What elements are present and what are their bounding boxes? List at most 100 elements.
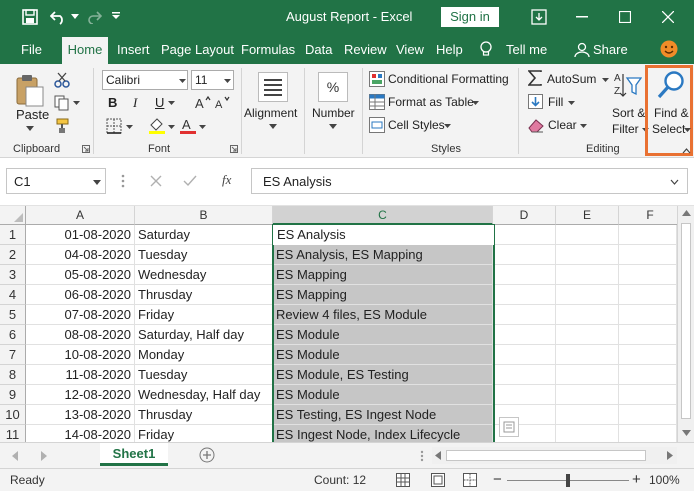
find-select-dropdown-icon[interactable] bbox=[684, 128, 691, 132]
insert-function-icon[interactable]: fx bbox=[222, 172, 231, 188]
zoom-level[interactable]: 100% bbox=[649, 473, 680, 487]
tab-view[interactable]: View bbox=[396, 42, 424, 57]
cell-e[interactable] bbox=[556, 245, 619, 265]
sort-filter-icon[interactable]: AZ bbox=[614, 70, 642, 100]
cell-b[interactable]: Wednesday, Half day bbox=[135, 385, 273, 405]
previous-sheet-icon[interactable] bbox=[12, 451, 19, 461]
font-size-dropdown[interactable]: 11 bbox=[191, 70, 234, 90]
format-as-table-icon[interactable] bbox=[369, 94, 385, 110]
cell-e[interactable] bbox=[556, 345, 619, 365]
row-header[interactable]: 7 bbox=[0, 345, 26, 365]
sign-in-button[interactable]: Sign in bbox=[441, 7, 499, 27]
cell-e[interactable] bbox=[556, 285, 619, 305]
scroll-down-icon[interactable] bbox=[682, 430, 691, 436]
cell-d[interactable] bbox=[493, 345, 556, 365]
format-painter-icon[interactable] bbox=[54, 118, 70, 134]
cell-f[interactable] bbox=[619, 285, 677, 305]
undo-dropdown-icon[interactable] bbox=[71, 14, 79, 20]
collapse-ribbon-icon[interactable] bbox=[682, 148, 691, 154]
scroll-right-icon[interactable] bbox=[667, 451, 673, 460]
ribbon-display-options-icon[interactable] bbox=[531, 9, 547, 25]
eraser-icon[interactable] bbox=[528, 118, 544, 133]
conditional-formatting-button[interactable]: Conditional Formatting bbox=[388, 72, 509, 86]
worksheet-grid[interactable]: A B C D E F 1 01-08-2020 Saturday 2 04-08-20… bbox=[0, 206, 694, 442]
number-format-icon[interactable]: % bbox=[318, 72, 348, 102]
cell-a[interactable]: 08-08-2020 bbox=[26, 325, 135, 345]
share-button[interactable]: Share bbox=[593, 42, 628, 57]
row-header[interactable]: 4 bbox=[0, 285, 26, 305]
cell-a[interactable]: 10-08-2020 bbox=[26, 345, 135, 365]
magnifier-icon[interactable] bbox=[656, 70, 686, 100]
clear-dropdown-icon[interactable] bbox=[580, 124, 587, 128]
tab-file[interactable]: File bbox=[21, 42, 42, 57]
cell-f[interactable] bbox=[619, 245, 677, 265]
row-header[interactable]: 1 bbox=[0, 225, 26, 245]
cell-a[interactable]: 11-08-2020 bbox=[26, 365, 135, 385]
paste-icon[interactable] bbox=[15, 74, 45, 108]
borders-icon[interactable] bbox=[106, 118, 122, 134]
cell-b[interactable]: Tuesday bbox=[135, 365, 273, 385]
fill-color-dropdown-icon[interactable] bbox=[168, 125, 175, 129]
name-box[interactable]: C1 bbox=[6, 168, 106, 194]
cell-b[interactable]: Thrusday bbox=[135, 405, 273, 425]
cut-icon[interactable] bbox=[54, 72, 70, 88]
cell-a[interactable]: 06-08-2020 bbox=[26, 285, 135, 305]
cell-f[interactable] bbox=[619, 305, 677, 325]
zoom-in-button[interactable]: + bbox=[632, 471, 641, 488]
autosum-dropdown-icon[interactable] bbox=[602, 78, 609, 82]
cancel-entry-icon[interactable] bbox=[150, 175, 162, 187]
format-as-table-button[interactable]: Format as Table bbox=[388, 95, 474, 109]
page-break-preview-icon[interactable] bbox=[463, 473, 477, 487]
fill-down-icon[interactable] bbox=[528, 94, 543, 109]
zoom-slider-thumb[interactable] bbox=[566, 474, 570, 487]
undo-icon[interactable] bbox=[50, 9, 68, 25]
tell-me-search[interactable]: Tell me bbox=[506, 42, 547, 57]
select-all-corner[interactable] bbox=[0, 206, 26, 225]
chevron-down-icon[interactable] bbox=[93, 180, 101, 185]
quick-analysis-icon[interactable] bbox=[499, 417, 519, 437]
cell-styles-icon[interactable] bbox=[369, 117, 385, 133]
sheet-tab-sheet1[interactable]: Sheet1 bbox=[100, 443, 168, 466]
tab-home[interactable]: Home bbox=[62, 37, 108, 64]
row-header[interactable]: 6 bbox=[0, 325, 26, 345]
cell-e[interactable] bbox=[556, 365, 619, 385]
column-header-e[interactable]: E bbox=[556, 206, 619, 225]
tab-page-layout[interactable]: Page Layout bbox=[161, 42, 234, 57]
cell-a[interactable]: 01-08-2020 bbox=[26, 225, 135, 245]
cell-b[interactable]: Saturday bbox=[135, 225, 273, 245]
column-header-c[interactable]: C bbox=[273, 206, 493, 225]
cell-b[interactable]: Thrusday bbox=[135, 285, 273, 305]
tab-formulas[interactable]: Formulas bbox=[241, 42, 295, 57]
decrease-font-size-icon[interactable]: A bbox=[215, 95, 231, 109]
fill-color-icon[interactable] bbox=[148, 117, 166, 135]
tab-insert[interactable]: Insert bbox=[117, 42, 150, 57]
save-icon[interactable] bbox=[22, 9, 38, 25]
number-dropdown-icon[interactable] bbox=[329, 124, 337, 129]
cell-f[interactable] bbox=[619, 425, 677, 442]
column-header-d[interactable]: D bbox=[493, 206, 556, 225]
scroll-left-icon[interactable] bbox=[435, 451, 441, 460]
cell-d[interactable] bbox=[493, 265, 556, 285]
cell-e[interactable] bbox=[556, 265, 619, 285]
tab-data[interactable]: Data bbox=[305, 42, 332, 57]
more-options-icon[interactable] bbox=[121, 174, 125, 188]
vertical-scrollbar[interactable] bbox=[677, 206, 694, 442]
page-layout-view-icon[interactable] bbox=[431, 473, 445, 487]
font-name-dropdown[interactable]: Calibri bbox=[102, 70, 188, 90]
horizontal-scrollbar[interactable] bbox=[432, 447, 677, 464]
sort-filter-label-2[interactable]: Filter bbox=[612, 122, 639, 136]
cell-d[interactable] bbox=[493, 325, 556, 345]
cell-b[interactable]: Tuesday bbox=[135, 245, 273, 265]
vertical-scroll-thumb[interactable] bbox=[681, 223, 691, 419]
cell-f[interactable] bbox=[619, 405, 677, 425]
cell-d[interactable] bbox=[493, 365, 556, 385]
row-header[interactable]: 11 bbox=[0, 425, 26, 442]
cell-e[interactable] bbox=[556, 425, 619, 442]
cell-d[interactable] bbox=[493, 285, 556, 305]
cell-e[interactable] bbox=[556, 325, 619, 345]
row-header[interactable]: 2 bbox=[0, 245, 26, 265]
alignment-button[interactable]: Alignment bbox=[244, 106, 297, 120]
clear-button[interactable]: Clear bbox=[548, 118, 577, 132]
cell-a[interactable]: 13-08-2020 bbox=[26, 405, 135, 425]
underline-button[interactable]: U bbox=[155, 95, 164, 110]
